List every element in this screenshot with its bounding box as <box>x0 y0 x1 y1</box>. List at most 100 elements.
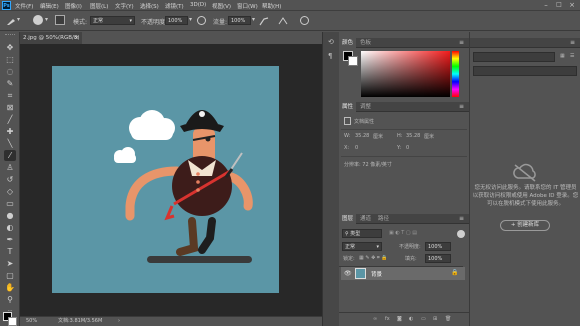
close-tab-icon[interactable]: × <box>74 32 79 44</box>
add-mask-icon[interactable]: ◙ <box>397 316 402 322</box>
new-layer-icon[interactable]: ⊞ <box>433 316 437 322</box>
stamp-tool-icon[interactable]: ♙ <box>4 162 16 173</box>
frame-tool-icon[interactable]: ⊠ <box>4 102 16 113</box>
crop-tool-icon[interactable]: ⌗ <box>4 90 16 101</box>
document-tab[interactable]: 2.jpg @ 50%(RGB/8) × <box>20 32 82 44</box>
layer-row-background[interactable]: 👁 背景 🔒 <box>341 267 465 280</box>
opacity-input[interactable]: 100% <box>165 16 188 25</box>
list-view-icon[interactable]: ☰ <box>570 53 574 59</box>
filter-toggle-icon[interactable] <box>457 230 465 238</box>
fill-input[interactable]: 100% <box>425 254 451 263</box>
menu-filter[interactable]: 滤镜(T) <box>165 2 184 10</box>
history-brush-tool-icon[interactable]: ↺ <box>4 174 16 185</box>
history-panel-icon[interactable]: ⟲ <box>328 38 334 46</box>
brush-tool-icon[interactable]: ╲ <box>4 138 16 149</box>
grid-view-icon[interactable]: ▦ <box>560 53 565 59</box>
layer-filter-icons[interactable]: ▣ ◐ T ▢ ▤ <box>389 230 417 236</box>
lock-icons[interactable]: ▦ ✎ ✥ ⌗ 🔒 <box>359 255 388 261</box>
opacity-dropdown-icon[interactable]: ▾ <box>189 16 192 23</box>
zoom-level[interactable]: 50% <box>26 317 37 326</box>
blur-tool-icon[interactable]: ● <box>4 210 16 221</box>
layer-filter-select[interactable]: ⚲ 类型 <box>342 229 382 238</box>
menu-help[interactable]: 帮助(H) <box>262 2 281 10</box>
zoom-tool-icon[interactable]: ⚲ <box>4 294 16 305</box>
panel-menu-icon[interactable]: ≡ <box>459 103 464 110</box>
menu-type[interactable]: 文字(Y) <box>115 2 134 10</box>
create-library-button[interactable]: + 创建新库 <box>500 220 550 231</box>
new-group-icon[interactable]: ▭ <box>421 316 426 322</box>
airbrush-icon[interactable] <box>259 16 269 26</box>
maximize-icon[interactable]: □ <box>553 1 565 10</box>
artboard-image[interactable] <box>52 66 279 293</box>
toolbar-grip[interactable] <box>5 34 15 37</box>
menu-edit[interactable]: 编辑(E) <box>40 2 59 10</box>
menu-layer[interactable]: 图层(L) <box>90 2 108 10</box>
link-layers-icon[interactable]: ∞ <box>373 316 377 322</box>
eyedropper-tool-icon[interactable]: ╱ <box>4 114 16 125</box>
tab-swatches[interactable]: 色板 <box>357 38 374 48</box>
tab-adjustments[interactable]: 调整 <box>357 102 374 112</box>
properties-panel-icon[interactable]: ¶ <box>328 52 332 60</box>
library-search-input[interactable] <box>473 66 577 76</box>
brush-panel-icon[interactable] <box>55 15 65 25</box>
smoothing-icon[interactable] <box>278 16 288 26</box>
lock-icon[interactable]: 🔒 <box>451 269 458 276</box>
blend-mode-select[interactable]: 正常 ▾ <box>342 242 382 251</box>
x-value[interactable]: 0 <box>355 145 358 151</box>
eraser-tool-icon[interactable]: ◇ <box>4 186 16 197</box>
marquee-tool-icon[interactable]: ⬚ <box>4 54 16 65</box>
quick-select-tool-icon[interactable]: ✎ <box>4 78 16 89</box>
panel-menu-icon[interactable]: ≡ <box>570 39 575 46</box>
gradient-tool-icon[interactable]: ▭ <box>4 198 16 209</box>
visibility-eye-icon[interactable]: 👁 <box>344 270 352 277</box>
close-window-icon[interactable]: × <box>566 1 578 10</box>
menu-window[interactable]: 窗口(W) <box>237 2 258 10</box>
rectangle-tool-icon[interactable]: ▢ <box>4 270 16 281</box>
pressure-size-icon[interactable] <box>300 16 309 25</box>
move-tool-icon[interactable]: ✥ <box>4 42 16 53</box>
layer-opacity-input[interactable]: 100% <box>425 242 451 251</box>
menu-file[interactable]: 文件(F) <box>15 2 33 10</box>
background-color-swatch[interactable] <box>8 317 17 326</box>
menu-select[interactable]: 选择(S) <box>140 2 159 10</box>
menu-image[interactable]: 图像(I) <box>65 2 82 10</box>
layer-name[interactable]: 背景 <box>371 270 382 278</box>
tab-layers[interactable]: 图层 <box>339 214 357 224</box>
tab-properties[interactable]: 属性 <box>339 102 357 112</box>
menu-3d[interactable]: 3D(D) <box>190 2 206 8</box>
layer-style-icon[interactable]: fx <box>385 316 390 322</box>
tab-paths[interactable]: 路径 <box>375 214 392 224</box>
hand-tool-icon[interactable]: ✋ <box>4 282 16 293</box>
status-menu-icon[interactable]: › <box>118 317 120 326</box>
dodge-tool-icon[interactable]: ◐ <box>4 222 16 233</box>
tab-color[interactable]: 颜色 <box>339 38 357 48</box>
tab-channels[interactable]: 通道 <box>357 214 374 224</box>
brush-tool-icon[interactable] <box>6 16 16 26</box>
y-value[interactable]: 0 <box>406 145 409 151</box>
width-value[interactable]: 35.28 <box>355 133 369 139</box>
adjustment-layer-icon[interactable]: ◐ <box>409 316 413 322</box>
minimize-icon[interactable]: – <box>540 1 552 10</box>
color-background-swatch[interactable] <box>348 56 358 66</box>
panel-menu-icon[interactable]: ≡ <box>459 39 464 46</box>
library-select[interactable] <box>473 52 555 62</box>
pressure-opacity-icon[interactable] <box>197 16 206 25</box>
brush-preset-arrow-icon[interactable]: ▾ <box>45 16 48 23</box>
tool-preset-arrow-icon[interactable]: ▾ <box>17 16 20 23</box>
pen-tool-icon[interactable]: ✒ <box>4 234 16 245</box>
type-tool-icon[interactable]: T <box>4 246 16 257</box>
healing-brush-tool-icon[interactable]: ✚ <box>4 126 16 137</box>
lasso-tool-icon[interactable]: ◌ <box>4 66 16 77</box>
delete-layer-icon[interactable]: 🗑 <box>445 316 451 322</box>
brush-preset-icon[interactable] <box>33 15 43 25</box>
selected-brush-tool-icon[interactable]: ⁄ <box>4 150 16 161</box>
flow-input[interactable]: 100% <box>228 16 251 25</box>
flow-dropdown-icon[interactable]: ▾ <box>252 16 255 23</box>
panel-menu-icon[interactable]: ≡ <box>459 215 464 222</box>
height-value[interactable]: 35.28 <box>406 133 420 139</box>
hue-slider[interactable] <box>452 51 459 97</box>
menu-view[interactable]: 视图(V) <box>212 2 231 10</box>
color-picker-field[interactable] <box>361 51 450 97</box>
path-select-tool-icon[interactable]: ➤ <box>4 258 16 269</box>
mode-select[interactable]: 正常 ▾ <box>90 16 135 25</box>
